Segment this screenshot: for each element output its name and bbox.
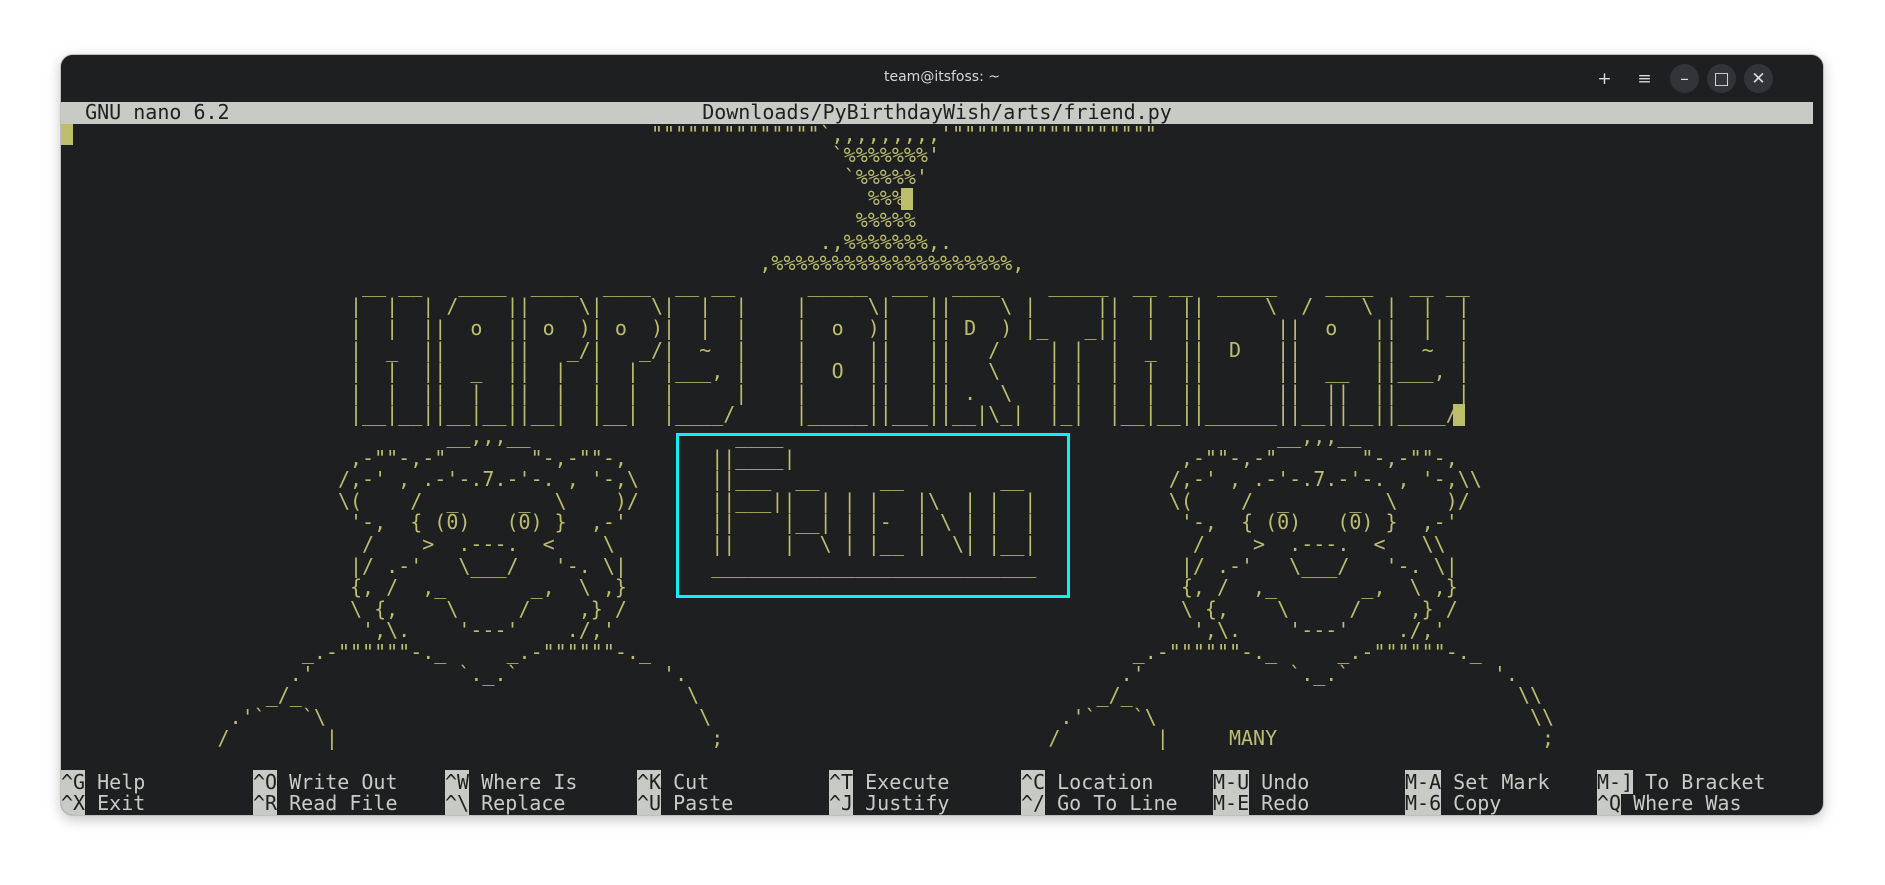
plus-icon: + xyxy=(1597,68,1612,89)
shortcut-item[interactable]: ^R Read File xyxy=(253,791,398,815)
shortcut-label: Paste xyxy=(673,791,734,815)
close-button[interactable]: ✕ xyxy=(1744,64,1773,93)
editor-line: __ __ ____ ____ ____ __ __ _____ ___ ___… xyxy=(61,272,1482,297)
maximize-icon: □ xyxy=(1713,68,1730,89)
editor-line: | | || _ || | | | |___, | | O || || \ | … xyxy=(61,359,1470,384)
editor-line: ,%%%%%%%%%%%%%%%%%%%%, xyxy=(61,251,1025,276)
shortcut-label: Help xyxy=(97,769,146,794)
shortcut-key: M-] xyxy=(1597,769,1634,794)
editor-line: | | || o || o )| o )| | | | o )| || D ) … xyxy=(61,316,1470,340)
shortcut-item[interactable]: M-6 Copy xyxy=(1405,791,1502,815)
shortcut-key: M-U xyxy=(1213,769,1250,794)
shortcut-item[interactable]: ^O Write Out xyxy=(253,769,398,794)
shortcut-item[interactable]: M-E Redo xyxy=(1213,791,1310,815)
file-path: Downloads/PyBirthdayWish/arts/friend.py xyxy=(702,100,1172,124)
shortcut-key: M-6 xyxy=(1405,791,1442,815)
menu-button[interactable]: ≡ xyxy=(1630,64,1659,93)
shortcut-label: Where Is xyxy=(481,769,578,794)
shortcut-label: Justify xyxy=(865,791,950,815)
shortcut-item[interactable]: M-A Set Mark xyxy=(1405,769,1550,794)
shortcut-item[interactable]: ^/ Go To Line xyxy=(1021,791,1178,815)
highlight-rectangle xyxy=(676,433,1070,598)
shortcut-label: To Bracket xyxy=(1645,769,1766,794)
shortcut-key: ^R xyxy=(253,791,278,815)
shortcut-item[interactable]: ^T Execute xyxy=(829,769,950,794)
highlight-block xyxy=(901,188,913,210)
shortcut-key: ^/ xyxy=(1021,791,1046,815)
shortcut-key: ^T xyxy=(829,769,854,794)
editor-line: %%%%% xyxy=(61,208,916,232)
shortcut-item[interactable]: ^K Cut xyxy=(637,769,710,794)
shortcut-label: Cut xyxy=(673,769,710,794)
shortcut-label: Go To Line xyxy=(1057,791,1178,815)
maximize-button[interactable]: □ xyxy=(1707,64,1736,93)
shortcut-key: ^K xyxy=(637,769,662,794)
editor-line: | _ || || _/| _/| ~ | | || || / | | | _ … xyxy=(61,337,1470,362)
shortcut-item[interactable]: ^W Where Is xyxy=(445,769,578,794)
shortcut-label: Redo xyxy=(1261,791,1310,815)
editor-line: ',\. '---' ./,' ',\. '---' ./,' xyxy=(61,618,1446,643)
editor-line: `%%%%%%%' xyxy=(61,143,940,168)
shortcut-label: Set Mark xyxy=(1453,769,1550,794)
shortcut-label: Undo xyxy=(1261,769,1310,794)
editor-line: .'` `\ \ .'` `\ \\ xyxy=(61,704,1555,729)
shortcut-item[interactable]: M-] To Bracket xyxy=(1597,769,1766,794)
shortcut-key: ^G xyxy=(61,769,86,794)
shortcut-key: ^W xyxy=(445,769,470,794)
shortcut-item[interactable]: ^G Help xyxy=(61,769,146,794)
shortcut-label: Where Was xyxy=(1633,791,1742,815)
shortcut-key: ^C xyxy=(1021,769,1046,794)
minimize-icon: – xyxy=(1680,68,1689,89)
minimize-button[interactable]: – xyxy=(1670,64,1699,93)
shortcut-item[interactable]: ^U Paste xyxy=(637,791,734,815)
highlight-block xyxy=(1453,404,1465,426)
shortcut-key: ^X xyxy=(61,791,86,815)
shortcut-label: Read File xyxy=(289,791,398,815)
shortcut-item[interactable]: ^X Exit xyxy=(61,791,146,815)
shortcut-key: ^Q xyxy=(1597,791,1622,815)
editor-line: .' `._.` '. .' `._.` '. xyxy=(61,661,1518,686)
shortcut-label: Replace xyxy=(481,791,566,815)
shortcut-item[interactable]: ^J Justify xyxy=(829,791,950,815)
close-icon: ✕ xyxy=(1751,68,1766,89)
editor-line: _.-""""""-._ _.-""""""-._ _.-""""""-._ _… xyxy=(61,640,1482,664)
editor-line: | | || | || | | | | | | || || . \ | | | … xyxy=(61,380,1470,405)
new-tab-button[interactable]: + xyxy=(1590,64,1619,93)
shortcut-item[interactable]: ^Q Where Was xyxy=(1597,791,1742,815)
shortcut-label: Write Out xyxy=(289,769,398,794)
shortcut-key: ^O xyxy=(253,769,278,794)
editor-line: _/_ \ _/_ \\ xyxy=(61,683,1543,708)
shortcut-item[interactable]: M-U Undo xyxy=(1213,769,1310,794)
editor-line: `%%%%%' xyxy=(61,164,928,189)
editor-line: %%% xyxy=(61,186,904,211)
shortcut-label: Copy xyxy=(1453,791,1502,815)
editor-line: .,%%%%%%%,. xyxy=(61,229,953,254)
shortcut-key: M-E xyxy=(1213,791,1250,815)
editor-line: \ {, \ / ,} / \ {, \ / ,} / xyxy=(61,596,1458,621)
shortcut-item[interactable]: ^\ Replace xyxy=(445,791,566,815)
shortcut-label: Location xyxy=(1057,769,1154,794)
editor-line: """"""""""""""`,,,,,,,,,'"""""""""""""""… xyxy=(61,121,1157,146)
editor-line: | | | / || \| \| | | | \| || \ | || | ||… xyxy=(61,294,1470,319)
shortcut-key: ^U xyxy=(637,791,662,815)
shortcut-item[interactable]: ^C Location xyxy=(1021,769,1154,794)
shortcut-key: ^\ xyxy=(445,791,470,815)
editor-line: |__|__||__|__||__| |__| |____/ |_____||_… xyxy=(61,402,1470,427)
title-bar: team@itsfoss: ~ + ≡ – □ ✕ xyxy=(61,55,1823,102)
window-title: team@itsfoss: ~ xyxy=(884,69,1000,85)
shortcut-key: M-A xyxy=(1405,769,1442,794)
nano-title-bar: GNU nano 6.2 Downloads/PyBirthdayWish/ar… xyxy=(61,100,1813,124)
shortcut-key: ^J xyxy=(829,791,854,815)
editor-line: / | ; / | MANY ; xyxy=(61,726,1555,751)
shortcut-label: Exit xyxy=(97,791,146,815)
hamburger-icon: ≡ xyxy=(1637,68,1652,89)
text-cursor xyxy=(61,123,73,146)
shortcut-label: Execute xyxy=(865,769,950,794)
